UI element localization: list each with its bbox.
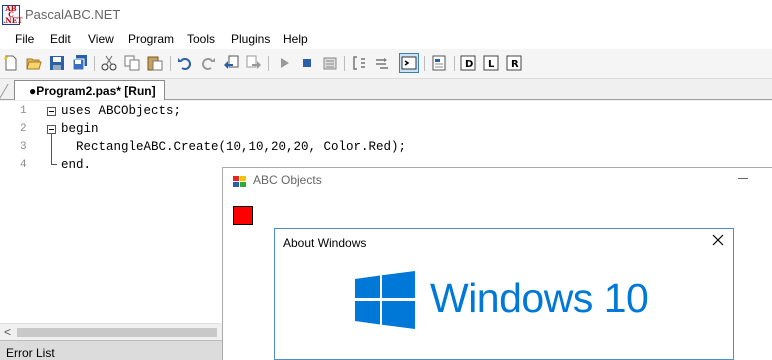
menu-file[interactable]: File [15,32,34,46]
save-icon[interactable] [49,55,65,71]
menu-view[interactable]: View [88,32,114,46]
redo-icon[interactable] [200,55,216,71]
line-number: 2 [20,123,27,135]
minimize-button[interactable] [738,178,748,179]
logo-letters-3: .NET [3,16,23,25]
tab-program2[interactable]: ●Program2.pas* [Run] [14,80,165,100]
toolbar-separator [454,56,455,71]
debug-step-icon[interactable] [374,55,390,71]
menu-help[interactable]: Help [283,32,308,46]
line-number: 3 [20,141,27,153]
run-icon[interactable] [276,55,292,71]
toolbar-separator [344,56,345,71]
navigate-forward-icon[interactable] [246,55,262,71]
menu-program[interactable]: Program [128,32,174,46]
line-number-gutter: 1 2 3 4 [0,101,44,323]
fold-guide-end [51,164,57,165]
editor-tab-strip: ●Program2.pas* [Run] [0,80,772,100]
abc-window-title: ABC Objects [253,173,322,187]
svg-text:L: L [488,59,495,70]
app-title: PascalABC.NET [25,7,121,22]
menu-tools[interactable]: Tools [187,32,215,46]
designer-icon[interactable]: D [460,55,476,71]
cut-icon[interactable] [101,55,117,71]
menu-bar: File Edit View Program Tools Plugins Hel… [0,28,772,49]
fold-guide [51,133,52,165]
windows-logo-icon [355,271,415,329]
toolbar-separator [424,56,425,71]
library-icon[interactable]: L [483,55,499,71]
new-file-icon[interactable] [3,55,19,71]
windows-10-wordmark: Windows 10 [430,275,649,321]
code-line: end. [61,158,92,172]
abc-window-icon [233,176,246,188]
ide-title-bar[interactable]: AB C .NET PascalABC.NET [0,0,772,28]
svg-text:R: R [511,59,519,70]
save-all-icon[interactable] [72,55,88,71]
scroll-left-icon[interactable]: < [4,325,11,339]
red-rectangle [233,206,253,225]
toolbar-separator [94,56,95,71]
copy-icon[interactable] [124,55,140,71]
code-line: uses ABCObjects; [61,104,182,118]
open-icon[interactable] [26,55,42,71]
toolbar: D L R [0,49,772,79]
format-icon[interactable] [351,55,367,71]
menu-plugins[interactable]: Plugins [231,32,270,46]
pascalabc-logo-icon: AB C .NET [2,5,23,25]
svg-text:D: D [465,59,473,70]
stop-icon[interactable] [299,55,315,71]
paste-icon[interactable] [147,55,163,71]
code-line: RectangleABC.Create(10,10,20,20, Color.R… [61,140,407,154]
code-line: begin [61,122,99,136]
scrollbar-thumb[interactable] [17,328,217,337]
undo-icon[interactable] [177,55,193,71]
error-list-tab[interactable]: Error List [6,346,55,360]
console-icon[interactable] [399,53,419,73]
line-number: 1 [20,105,27,117]
toolbar-separator [268,56,269,71]
toolbar-separator [170,56,171,71]
close-icon[interactable] [711,233,725,247]
fold-toggle-icon[interactable] [47,107,56,116]
navigate-back-icon[interactable] [223,55,239,71]
horizontal-scrollbar[interactable]: < [0,323,220,340]
error-list-panel: Error List [0,340,222,360]
reference-icon[interactable]: R [506,55,522,71]
compile-icon[interactable] [322,55,338,71]
menu-edit[interactable]: Edit [50,32,71,46]
about-dialog-title: About Windows [283,236,367,250]
about-windows-dialog[interactable]: About Windows Windows 10 [274,228,734,360]
output-window-icon[interactable] [431,55,447,71]
line-number: 4 [20,159,27,171]
